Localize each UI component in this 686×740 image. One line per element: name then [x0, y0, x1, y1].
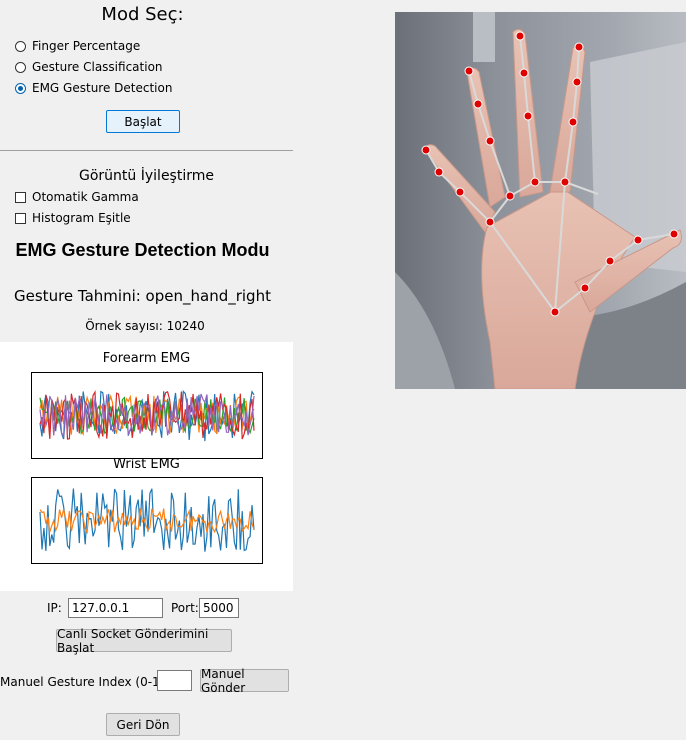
- enhance-title: Görüntü İyileştirme: [79, 168, 214, 184]
- detection-mode-title: EMG Gesture Detection Modu: [15, 240, 270, 260]
- radio-emg-gesture-detection[interactable]: EMG Gesture Detection: [15, 78, 172, 98]
- radio-indicator[interactable]: [15, 61, 26, 73]
- gesture-prediction: Gesture Tahmini: open_hand_right: [14, 287, 271, 305]
- forearm-emg-chart: [39, 389, 255, 442]
- port-label: Port:: [171, 601, 199, 615]
- wrist-emg-chart: [39, 488, 255, 552]
- back-button[interactable]: Geri Dön: [106, 713, 180, 736]
- radio-indicator[interactable]: [15, 40, 26, 52]
- radio-indicator-selected[interactable]: [15, 82, 26, 94]
- forearm-chart-axes: [31, 372, 263, 459]
- radio-label: Gesture Classification: [32, 60, 163, 74]
- divider: [0, 150, 293, 151]
- wrist-chart-axes: [31, 477, 263, 564]
- checkbox-label: Otomatik Gamma: [32, 190, 139, 204]
- checkbox-histogram-equalize[interactable]: Histogram Eşitle: [15, 208, 131, 228]
- socket-start-button[interactable]: Canlı Socket Gönderimini Başlat: [56, 627, 232, 655]
- radio-label: Finger Percentage: [32, 39, 141, 53]
- start-button[interactable]: Başlat: [106, 110, 180, 133]
- checkbox-box[interactable]: [15, 212, 26, 224]
- wrist-chart-title: Wrist EMG: [113, 457, 180, 472]
- emg-plot-panel: Forearm EMG Wrist EMG: [0, 342, 293, 591]
- port-input[interactable]: 5000: [199, 598, 239, 618]
- camera-feed: [395, 12, 686, 389]
- checkbox-label: Histogram Eşitle: [32, 211, 131, 225]
- mode-title: Mod Seç:: [101, 4, 184, 25]
- ip-label: IP:: [47, 601, 62, 615]
- checkbox-auto-gamma[interactable]: Otomatik Gamma: [15, 187, 139, 207]
- radio-finger-percentage[interactable]: Finger Percentage: [15, 36, 140, 56]
- forearm-chart-title: Forearm EMG: [102, 351, 191, 366]
- radio-gesture-classification[interactable]: Gesture Classification: [15, 57, 163, 77]
- sample-count: Örnek sayısı: 10240: [85, 319, 205, 333]
- manual-send-button[interactable]: Manuel Gönder: [200, 667, 289, 695]
- ip-input[interactable]: 127.0.0.1: [68, 598, 163, 618]
- radio-label: EMG Gesture Detection: [32, 81, 173, 95]
- manual-index-input[interactable]: [157, 670, 192, 691]
- manual-index-label: Manuel Gesture Index (0-15):: [0, 675, 177, 689]
- checkbox-box[interactable]: [15, 191, 26, 203]
- hand-camera-image: [395, 12, 686, 389]
